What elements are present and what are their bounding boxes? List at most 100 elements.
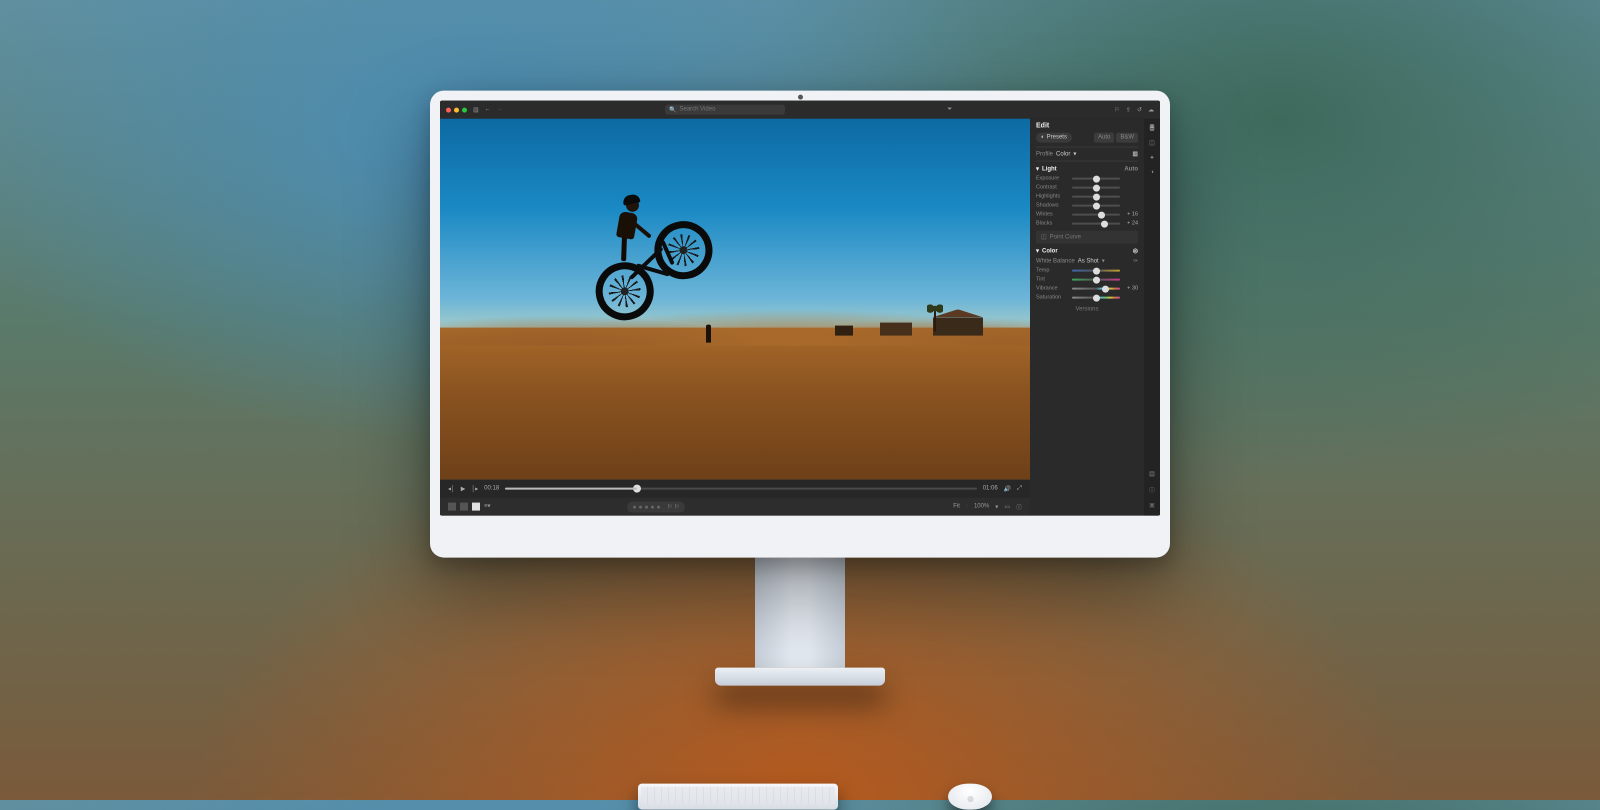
sidebar-toggle-icon[interactable]: ▥	[473, 106, 479, 113]
history-icon[interactable]: ↺	[1137, 106, 1142, 113]
profile-value: Color	[1056, 151, 1070, 157]
slider-saturation[interactable]: Saturation	[1036, 295, 1138, 301]
slider-track[interactable]	[1072, 178, 1120, 180]
search-placeholder: Search Video	[680, 107, 716, 113]
slider-highlights[interactable]: Highlights	[1036, 194, 1138, 200]
zoom-chevron-icon[interactable]: ▾	[995, 503, 998, 510]
zoom-pct[interactable]: 100%	[974, 504, 989, 510]
presets-button[interactable]: ◐ Presets	[1036, 133, 1072, 143]
scrubber-knob[interactable]	[633, 485, 641, 493]
slider-track[interactable]	[1072, 270, 1120, 272]
histogram-icon[interactable]: ▤	[1149, 471, 1155, 478]
original-toggle-icon[interactable]: ▭	[1004, 503, 1010, 510]
slider-track[interactable]	[1072, 297, 1120, 299]
app-window: ▥ ← → 🔍 Search Video ⏷ ⚐ ⇪ ↺ ☁	[440, 101, 1160, 516]
scrubber-track[interactable]	[505, 488, 977, 490]
slider-thumb[interactable]	[1102, 285, 1109, 292]
tool-strip: 🎚 ◫ ✦ ◑ ▤ ⓘ ⌘	[1144, 119, 1160, 516]
video-timeline[interactable]: ◂│ ▶ │▸ 00:18 01:06 🔊 ⤢	[440, 480, 1030, 498]
slider-tint[interactable]: Tint	[1036, 277, 1138, 283]
slider-thumb[interactable]	[1093, 294, 1100, 301]
white-balance-row[interactable]: White Balance As Shot ▾ ✑	[1036, 258, 1138, 265]
profile-grid-icon[interactable]: ▦	[1132, 151, 1138, 158]
filter-icon[interactable]: ⏷	[947, 106, 952, 113]
edit-slider-icon[interactable]: 🎚	[1148, 125, 1156, 132]
fit-label[interactable]: Fit	[953, 504, 960, 510]
slider-contrast[interactable]: Contrast	[1036, 185, 1138, 191]
slider-track[interactable]	[1072, 214, 1120, 216]
slider-blacks[interactable]: Blacks+ 24	[1036, 221, 1138, 227]
slider-track[interactable]	[1072, 187, 1120, 189]
point-curve-button[interactable]: ◫ Point Curve	[1036, 231, 1138, 244]
play-icon[interactable]: ▶	[461, 485, 466, 492]
versions-button[interactable]: Versions	[1036, 307, 1138, 313]
slider-thumb[interactable]	[1093, 175, 1100, 182]
window-controls[interactable]	[446, 107, 467, 112]
slider-thumb[interactable]	[1093, 193, 1100, 200]
slider-track[interactable]	[1072, 223, 1120, 225]
slider-track[interactable]	[1072, 288, 1120, 290]
search-input[interactable]: 🔍 Search Video	[665, 105, 785, 115]
profile-row[interactable]: Profile Color ▾ ▦	[1036, 147, 1138, 162]
back-icon[interactable]: ←	[485, 107, 491, 113]
slider-temp[interactable]: Temp	[1036, 268, 1138, 274]
slider-thumb[interactable]	[1093, 202, 1100, 209]
fullscreen-icon[interactable]	[462, 107, 467, 112]
auto-label[interactable]: Auto	[1124, 166, 1138, 172]
subject-biker	[581, 179, 735, 333]
slider-label: Highlights	[1036, 194, 1068, 200]
view-single-icon[interactable]	[472, 503, 480, 511]
slider-thumb[interactable]	[1093, 267, 1100, 274]
slider-label: Saturation	[1036, 295, 1068, 301]
prev-frame-icon[interactable]: ◂│	[448, 485, 455, 492]
eyedropper-icon[interactable]: ✑	[1133, 258, 1138, 265]
view-grid-icon[interactable]	[448, 503, 456, 511]
slider-track[interactable]	[1072, 205, 1120, 207]
time-current: 00:18	[484, 486, 499, 492]
slider-vibrance[interactable]: Vibrance+ 30	[1036, 286, 1138, 292]
profile-label: Profile	[1036, 151, 1053, 157]
slider-shadows[interactable]: Shadows	[1036, 203, 1138, 209]
slider-whites[interactable]: Whites+ 16	[1036, 212, 1138, 218]
panel-title: Edit	[1036, 123, 1138, 130]
view-compare-icon[interactable]	[460, 503, 468, 511]
keyword-icon[interactable]: ⌘	[1149, 503, 1155, 510]
color-mixer-icon[interactable]: ◎	[1133, 248, 1138, 255]
section-color-header[interactable]: ▾ Color ◎	[1036, 248, 1138, 255]
slider-label: Whites	[1036, 212, 1068, 218]
slider-thumb[interactable]	[1098, 211, 1105, 218]
filmstrip-bar: ≡▾ ⚐ ⚐ Fit · 100% ▾ ▭ ⓘ	[440, 498, 1030, 516]
section-color: ▾ Color ◎ White Balance As Shot ▾ ✑ Temp…	[1036, 248, 1138, 301]
slider-track[interactable]	[1072, 196, 1120, 198]
photo-canvas[interactable]	[440, 119, 1030, 480]
close-icon[interactable]	[446, 107, 451, 112]
sort-icon[interactable]: ≡▾	[484, 503, 491, 511]
expand-icon[interactable]: ⤢	[1017, 485, 1022, 492]
slider-thumb[interactable]	[1093, 184, 1100, 191]
tag-icon[interactable]: ⚐	[1115, 106, 1120, 113]
heal-icon[interactable]: ✦	[1149, 155, 1154, 162]
slider-track[interactable]	[1072, 279, 1120, 281]
minimize-icon[interactable]	[454, 107, 459, 112]
mask-icon[interactable]: ◑	[1150, 170, 1154, 176]
slider-label: Vibrance	[1036, 286, 1068, 292]
slider-exposure[interactable]: Exposure	[1036, 176, 1138, 182]
share-icon[interactable]: ⇪	[1126, 106, 1131, 113]
info-toggle-icon[interactable]: ⓘ	[1016, 502, 1022, 511]
cloud-icon[interactable]: ☁	[1148, 106, 1154, 113]
section-light: ▾ Light Auto Exposure Contrast Highlights S…	[1036, 166, 1138, 244]
volume-icon[interactable]: 🔊	[1004, 485, 1011, 492]
slider-thumb[interactable]	[1093, 276, 1100, 283]
edit-panel: Edit ◐ Presets AutoB&W Profile Color ▾ ▦…	[1030, 119, 1160, 516]
crop-icon[interactable]: ◫	[1149, 140, 1155, 147]
forward-icon[interactable]: →	[497, 107, 503, 113]
rating-flag-bar[interactable]: ⚐ ⚐	[627, 501, 685, 512]
slider-thumb[interactable]	[1101, 220, 1108, 227]
bw-button[interactable]: B&W	[1116, 133, 1138, 143]
next-frame-icon[interactable]: │▸	[471, 485, 478, 492]
chevron-down-icon: ▾	[1036, 166, 1039, 173]
metadata-icon[interactable]: ⓘ	[1149, 486, 1155, 495]
viewer-pane: ◂│ ▶ │▸ 00:18 01:06 🔊 ⤢ ≡▾	[440, 119, 1030, 516]
auto-button[interactable]: Auto	[1094, 133, 1114, 143]
section-light-header[interactable]: ▾ Light Auto	[1036, 166, 1138, 173]
